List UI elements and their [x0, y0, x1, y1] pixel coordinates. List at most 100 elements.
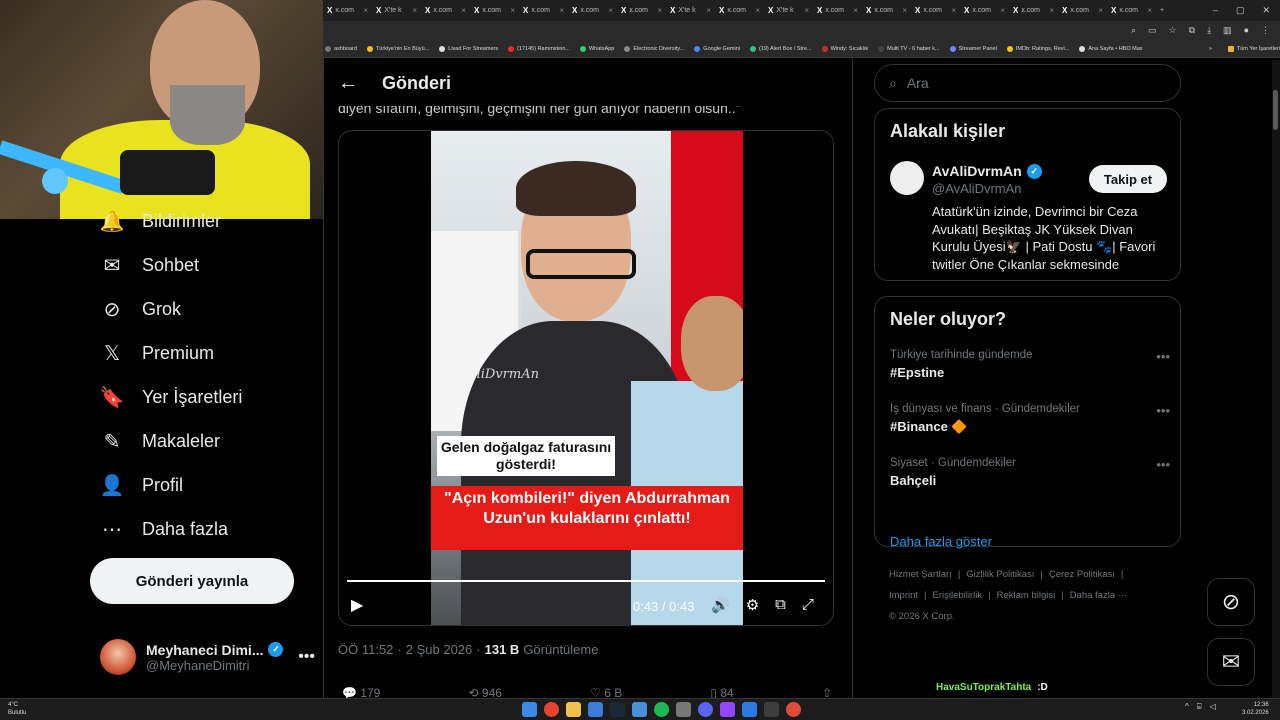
browser-tab[interactable]: Xx.com ×	[519, 0, 568, 21]
browser-tab[interactable]: Xx.com ×	[862, 0, 911, 21]
more-icon[interactable]: •••	[1156, 349, 1170, 364]
cast-icon[interactable]: ▭	[1148, 25, 1157, 36]
related-name[interactable]: AvAliDvrmAn	[932, 163, 1022, 179]
close-tab-icon[interactable]: ×	[902, 6, 907, 15]
network-icon[interactable]: ⌸	[1197, 702, 1202, 712]
play-icon[interactable]: ▶	[351, 595, 363, 615]
maximize-icon[interactable]: ▢	[1236, 5, 1245, 16]
messages-fab[interactable]: ✉	[1207, 638, 1255, 686]
footer-link[interactable]: Gizlilik Politikası	[966, 569, 1034, 580]
video-player[interactable]: AvAliDvrmAn Gelen doğalgaz faturasını gö…	[338, 130, 834, 626]
obs-icon[interactable]	[764, 702, 779, 717]
account-switcher[interactable]: Meyhaneci Dimi... ✓ @MeyhaneDimitri •••	[100, 636, 315, 678]
close-tab-icon[interactable]: ×	[706, 6, 711, 15]
related-username[interactable]: @AvAliDvrmAn	[932, 181, 1022, 196]
nav-item-sohbet[interactable]: ✉ Sohbet	[100, 253, 199, 277]
menu-icon[interactable]: ⋮	[1261, 25, 1270, 36]
bookmark-item[interactable]: Google Gemini	[694, 46, 740, 52]
more-icon[interactable]: •••	[1156, 457, 1170, 472]
bookmark-item[interactable]: IMDb: Ratings, Revi...	[1006, 46, 1069, 52]
nav-item-premium[interactable]: 𝕏 Premium	[100, 341, 214, 365]
browser-tab[interactable]: Xx.com ×	[1058, 0, 1107, 21]
bookmark-item[interactable]: Electronic Diversity...	[624, 46, 684, 52]
app-icon[interactable]	[588, 702, 603, 717]
weather-widget[interactable]: 4°C Bulutlu	[8, 701, 26, 717]
show-more-link[interactable]: Daha fazla göster	[890, 534, 992, 549]
close-tab-icon[interactable]: ×	[559, 6, 564, 15]
video-progress-bar[interactable]	[347, 580, 825, 582]
trend-item[interactable]: İş dünyası ve finans · Gündemdekiler #Bin…	[890, 403, 1170, 435]
close-tab-icon[interactable]: ×	[755, 6, 760, 15]
pip-icon[interactable]: ⧉	[775, 596, 786, 614]
minimize-icon[interactable]: –	[1213, 5, 1218, 16]
more-icon[interactable]: •••	[298, 648, 315, 666]
close-tab-icon[interactable]: ×	[1049, 6, 1054, 15]
volume-icon[interactable]: ◁	[1210, 702, 1216, 712]
close-tab-icon[interactable]: ×	[1147, 6, 1152, 15]
nav-item-profil[interactable]: 👤 Profil	[100, 473, 183, 497]
browser-tab[interactable]: Xx.com ×	[911, 0, 960, 21]
browser-tab[interactable]: Xx.com ×	[960, 0, 1009, 21]
browser-tab[interactable]: Xx.com ×	[1009, 0, 1058, 21]
grok-fab[interactable]: ⊘	[1207, 578, 1255, 626]
nav-item-yer-i-şaretleri[interactable]: 🔖 Yer İşaretleri	[100, 385, 243, 409]
nav-item-daha-fazla[interactable]: ⋯ Daha fazla	[100, 517, 228, 541]
post-button[interactable]: Gönderi yayınla	[90, 558, 294, 604]
close-tab-icon[interactable]: ×	[951, 6, 956, 15]
chrome-icon[interactable]	[544, 702, 559, 717]
bookmark-item[interactable]: Ana Sayfa • HBO Max	[1079, 46, 1143, 52]
search-input[interactable]: Ara	[907, 75, 929, 91]
footer-link[interactable]: Daha fazla ···	[1070, 590, 1128, 601]
bookmarks-more[interactable]: »	[1209, 46, 1218, 52]
browser-tab[interactable]: Xx.com ×	[568, 0, 617, 21]
close-tab-icon[interactable]: ×	[363, 6, 368, 15]
trend-item[interactable]: Siyaset · Gündemdekiler Bahçeli •••	[890, 457, 1170, 488]
browser-tab[interactable]: X X'te k ×	[666, 0, 715, 21]
app-icon[interactable]	[632, 702, 647, 717]
close-tab-icon[interactable]: ×	[510, 6, 515, 15]
bookmark-item[interactable]: WhatsApp	[579, 46, 614, 52]
browser-tab[interactable]: X X'te k ×	[764, 0, 813, 21]
profile-icon[interactable]: ●	[1244, 25, 1249, 36]
footer-link[interactable]: Çerez Politikası	[1049, 569, 1115, 580]
more-icon[interactable]: •••	[1156, 403, 1170, 418]
bookmark-item[interactable]: Türkiye'nin En Büyü...	[366, 46, 429, 52]
close-tab-icon[interactable]: ×	[461, 6, 466, 15]
nav-item-grok[interactable]: ⊘ Grok	[100, 297, 181, 321]
extensions-icon[interactable]: ⧉	[1189, 25, 1195, 36]
browser-tab[interactable]: Xx.com ×	[813, 0, 862, 21]
tweet-time[interactable]: ÖÖ 11:52	[338, 642, 393, 657]
new-tab-button[interactable]: +	[1156, 0, 1205, 21]
bookmark-item[interactable]: (17145) Rammstein...	[508, 46, 570, 52]
close-tab-icon[interactable]: ×	[1098, 6, 1103, 15]
close-tab-icon[interactable]: ×	[412, 6, 417, 15]
close-tab-icon[interactable]: ×	[608, 6, 613, 15]
browser-tab[interactable]: Xx.com ×	[323, 0, 372, 21]
zoom-icon[interactable]: ⌕	[1131, 25, 1136, 36]
browser-tab[interactable]: Xx.com ×	[715, 0, 764, 21]
star-icon[interactable]: ☆	[1169, 25, 1177, 36]
search-box[interactable]: ⌕ Ara	[874, 64, 1181, 102]
bookmark-item[interactable]: Livad For Streamers	[439, 46, 498, 52]
scrollbar-thumb[interactable]	[1273, 90, 1278, 130]
browser-tab[interactable]: Xx.com ×	[1107, 0, 1156, 21]
footer-link[interactable]: Imprint	[889, 590, 918, 601]
clock[interactable]: 12:36 3.02.2026	[1242, 701, 1269, 717]
bookmark-item[interactable]: (19) Alert Box / Stre...	[749, 46, 812, 52]
app-icon[interactable]	[786, 702, 801, 717]
sidebar-icon[interactable]: ▥	[1223, 25, 1232, 36]
scrollbar-track[interactable]	[1272, 60, 1280, 698]
close-tab-icon[interactable]: ×	[804, 6, 809, 15]
nav-item-bildirimler[interactable]: 🔔 Bildirimler	[100, 209, 221, 233]
twitch-icon[interactable]	[720, 702, 735, 717]
close-tab-icon[interactable]: ×	[1000, 6, 1005, 15]
windows-start-icon[interactable]	[522, 702, 537, 717]
nav-item-makaleler[interactable]: ✎ Makaleler	[100, 429, 220, 453]
bookmark-item[interactable]: Streamer Panel	[949, 46, 997, 52]
fullscreen-icon[interactable]: ⤢	[802, 596, 814, 614]
chevron-up-icon[interactable]: ^	[1185, 702, 1189, 712]
app-icon[interactable]	[676, 702, 691, 717]
discord-icon[interactable]	[698, 702, 713, 717]
browser-tab[interactable]: Xx.com ×	[421, 0, 470, 21]
footer-link[interactable]: Hizmet Şartları	[889, 569, 952, 580]
